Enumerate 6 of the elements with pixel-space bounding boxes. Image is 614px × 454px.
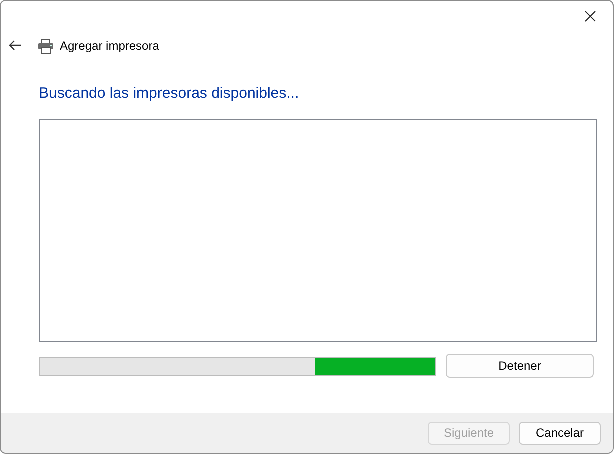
printer-icon xyxy=(38,38,54,54)
window-title: Agregar impresora xyxy=(60,39,160,53)
heading: Buscando las impresoras disponibles... xyxy=(39,85,300,102)
cancel-button[interactable]: Cancelar xyxy=(519,422,601,444)
back-arrow-icon[interactable] xyxy=(9,40,23,52)
stop-button[interactable]: Detener xyxy=(446,354,594,378)
